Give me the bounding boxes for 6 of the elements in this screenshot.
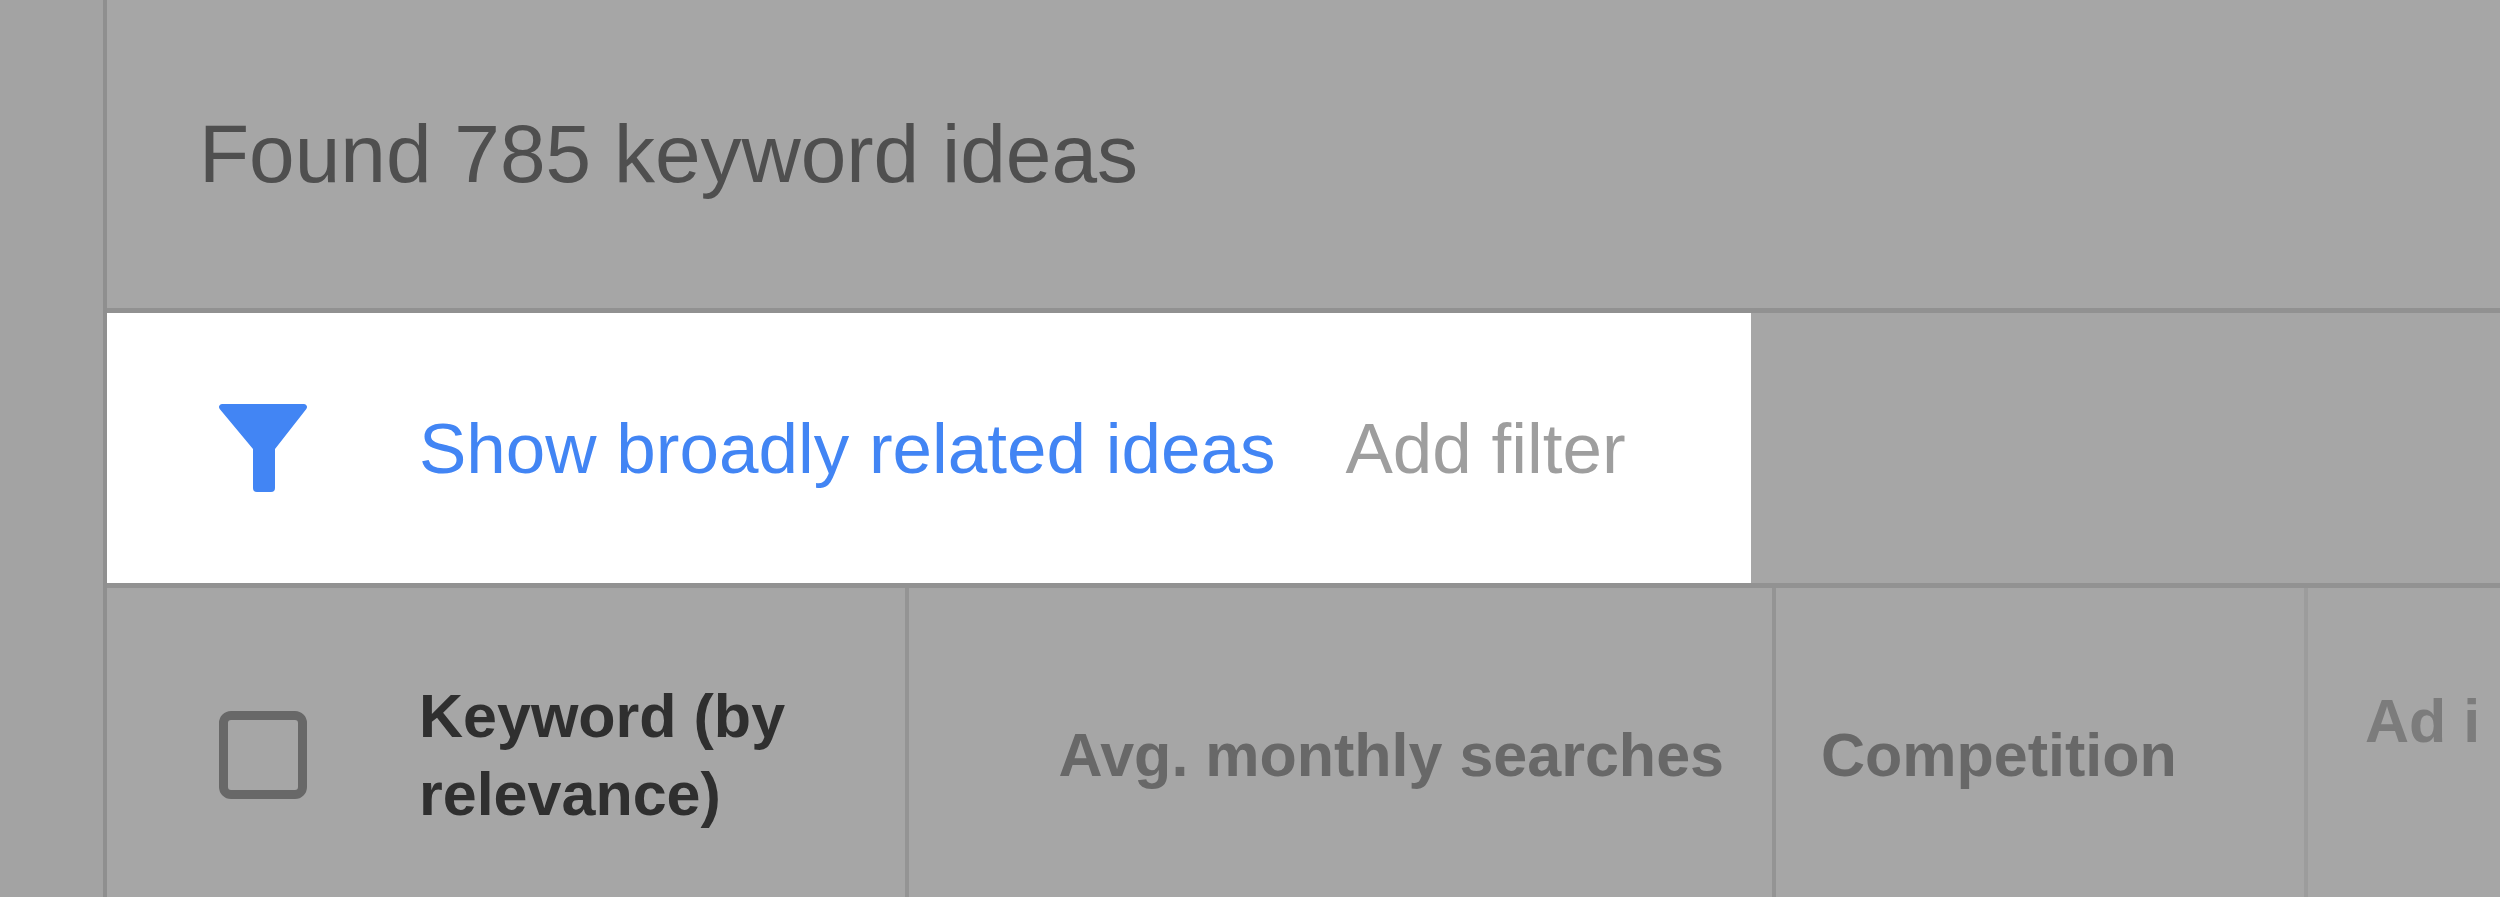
add-filter-button[interactable]: Add filter xyxy=(1345,412,1626,484)
select-all-checkbox[interactable] xyxy=(219,710,307,799)
filter-icon[interactable] xyxy=(219,404,307,492)
column-header[interactable]: Avg. monthly searches xyxy=(1058,715,1724,794)
column-header[interactable]: Competition xyxy=(1821,715,2177,794)
column-header[interactable]: Keyword (by relevance) xyxy=(419,676,839,833)
